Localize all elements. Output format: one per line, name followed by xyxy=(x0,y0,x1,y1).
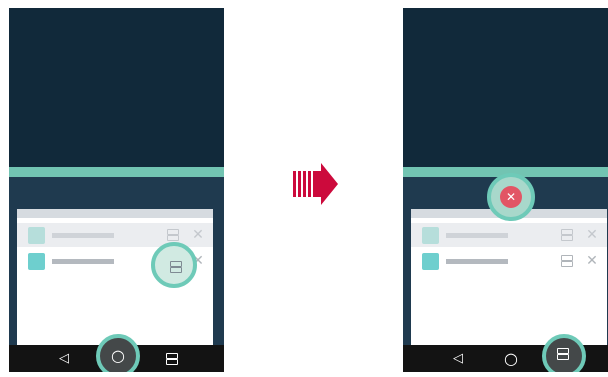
panel-header xyxy=(17,209,213,218)
back-icon[interactable]: ◁ xyxy=(44,345,84,372)
top-app-window xyxy=(9,8,224,167)
app-icon xyxy=(28,227,45,244)
split-screen-button-highlight[interactable] xyxy=(151,242,197,288)
recent-apps-button-highlight[interactable] xyxy=(542,334,586,372)
app-name-placeholder xyxy=(446,233,508,238)
phone-before: ✕ ✕ ◁ ○ ○ xyxy=(9,8,224,372)
app-name-placeholder xyxy=(52,259,114,264)
app-icon xyxy=(28,253,45,270)
recent-app-row[interactable]: ✕ xyxy=(411,249,607,273)
close-split-button-highlight[interactable]: ✕ xyxy=(487,173,535,221)
back-icon[interactable]: ◁ xyxy=(438,345,478,372)
app-icon xyxy=(422,253,439,270)
recent-apps-icon[interactable] xyxy=(152,345,192,372)
close-icon[interactable]: ✕ xyxy=(584,251,600,271)
app-name-placeholder xyxy=(446,259,508,264)
recent-app-row[interactable]: ✕ xyxy=(411,223,607,247)
split-screen-icon[interactable] xyxy=(561,229,573,241)
phone-after: ✕ ✕ ◁ ○ ✕ xyxy=(403,8,608,372)
top-app-window xyxy=(403,8,608,167)
home-icon[interactable]: ○ xyxy=(491,345,531,372)
split-screen-icon[interactable] xyxy=(561,255,573,267)
close-icon: ✕ xyxy=(500,186,522,208)
arrow-right-icon xyxy=(293,163,338,205)
app-icon xyxy=(422,227,439,244)
close-icon[interactable]: ✕ xyxy=(190,225,206,245)
recent-apps-panel: ✕ ✕ xyxy=(411,209,607,345)
recent-apps-icon xyxy=(557,348,569,360)
home-icon: ○ xyxy=(111,346,125,365)
home-button-highlight[interactable]: ○ xyxy=(96,334,140,372)
split-screen-icon[interactable] xyxy=(167,229,179,241)
app-name-placeholder xyxy=(52,233,114,238)
close-icon[interactable]: ✕ xyxy=(584,225,600,245)
split-screen-icon xyxy=(170,261,182,273)
